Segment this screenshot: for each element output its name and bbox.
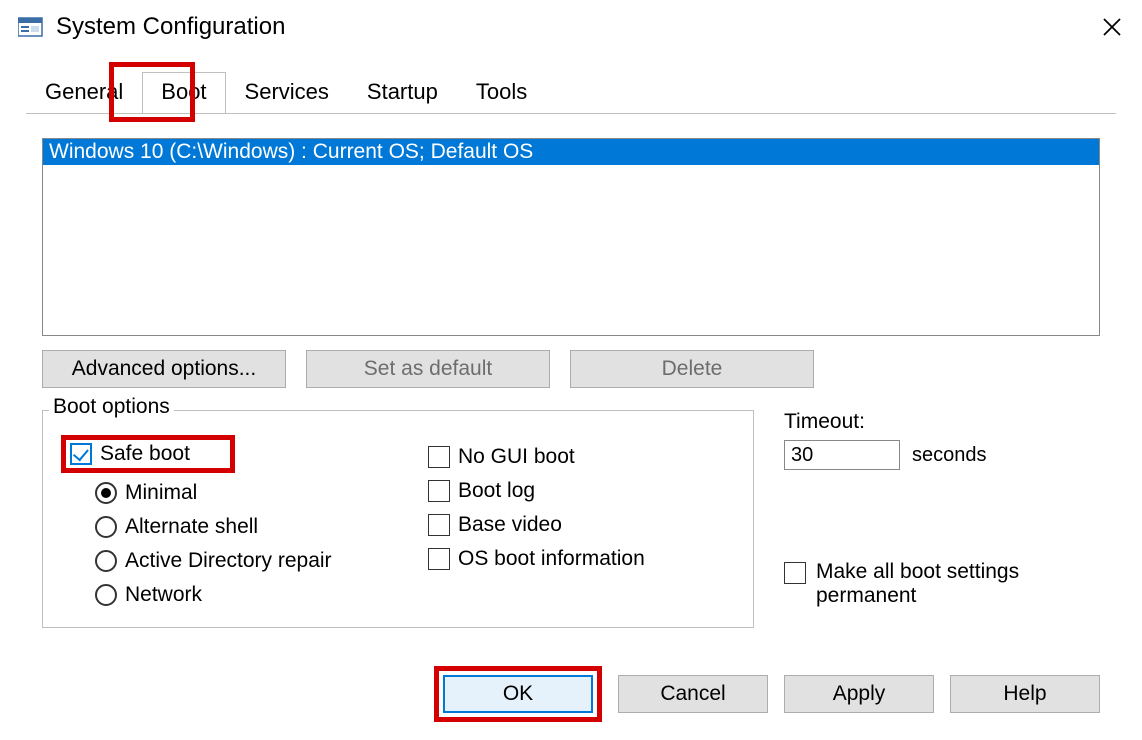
delete-button: Delete [570,350,814,388]
tab-services[interactable]: Services [226,72,348,113]
os-list-item[interactable]: Windows 10 (C:\Windows) : Current OS; De… [43,139,1099,165]
titlebar: System Configuration [0,0,1142,54]
timeout-label: Timeout: [784,410,1100,434]
no-gui-boot-checkbox[interactable]: No GUI boot [428,445,735,469]
os-boot-info-label: OS boot information [458,547,645,571]
system-configuration-dialog: System Configuration General Boot Servic… [0,0,1142,740]
radio-alternate-shell[interactable]: Alternate shell [95,515,368,539]
boot-options-left-col: Safe boot Minimal Alternate shell [61,435,368,607]
list-button-row: Advanced options... Set as default Delet… [42,350,1100,388]
radio-network[interactable]: Network [95,583,368,607]
lower-row: Boot options Safe boot Minimal [42,410,1100,628]
tab-boot[interactable]: Boot [142,72,225,113]
os-boot-info-checkbox[interactable]: OS boot information [428,547,735,571]
ok-button[interactable]: OK [443,675,593,713]
close-button[interactable] [1082,0,1142,54]
radio-icon [95,584,117,606]
base-video-checkbox[interactable]: Base video [428,513,735,537]
boot-options-right-col: No GUI boot Boot log Base video OS [428,435,735,607]
timeout-input[interactable] [784,440,900,470]
radio-minimal-label: Minimal [125,481,197,505]
boot-log-checkbox[interactable]: Boot log [428,479,735,503]
radio-icon [95,516,117,538]
advanced-options-button[interactable]: Advanced options... [42,350,286,388]
boot-options-group: Boot options Safe boot Minimal [42,410,754,628]
safe-boot-label: Safe boot [100,442,190,466]
checkbox-icon [428,446,450,468]
radio-icon [95,550,117,572]
checkbox-icon [70,443,92,465]
safe-boot-checkbox[interactable]: Safe boot [70,442,190,466]
base-video-label: Base video [458,513,562,537]
set-as-default-button: Set as default [306,350,550,388]
checkbox-icon [428,514,450,536]
highlight-safe-boot: Safe boot [61,435,235,473]
app-icon [18,15,46,39]
os-list[interactable]: Windows 10 (C:\Windows) : Current OS; De… [42,138,1100,336]
dialog-button-row: OK Cancel Apply Help [434,666,1100,722]
tab-panel-border [26,113,1116,114]
highlight-ok-button: OK [434,666,602,722]
window-title: System Configuration [56,13,1082,41]
boot-panel: Windows 10 (C:\Windows) : Current OS; De… [42,138,1100,628]
tab-startup[interactable]: Startup [348,72,457,113]
radio-alternate-shell-label: Alternate shell [125,515,258,539]
cancel-button[interactable]: Cancel [618,675,768,713]
radio-network-label: Network [125,583,202,607]
tab-general[interactable]: General [26,72,142,113]
no-gui-boot-label: No GUI boot [458,445,575,469]
radio-ad-repair-label: Active Directory repair [125,549,332,573]
tab-strip: General Boot Services Startup Tools [26,72,1142,113]
radio-icon [95,482,117,504]
checkbox-icon [784,562,806,584]
checkbox-icon [428,548,450,570]
boot-log-label: Boot log [458,479,535,503]
close-icon [1102,17,1122,37]
apply-button[interactable]: Apply [784,675,934,713]
permanent-label: Make all boot settings permanent [816,560,1046,608]
timeout-unit: seconds [912,444,987,467]
radio-minimal[interactable]: Minimal [95,481,368,505]
checkbox-icon [428,480,450,502]
permanent-checkbox[interactable]: Make all boot settings permanent [784,560,1100,608]
timeout-pane: Timeout: seconds Make all boot settings … [784,410,1100,628]
boot-options-legend: Boot options [49,395,174,419]
radio-ad-repair[interactable]: Active Directory repair [95,549,368,573]
tab-tools[interactable]: Tools [457,72,546,113]
help-button[interactable]: Help [950,675,1100,713]
